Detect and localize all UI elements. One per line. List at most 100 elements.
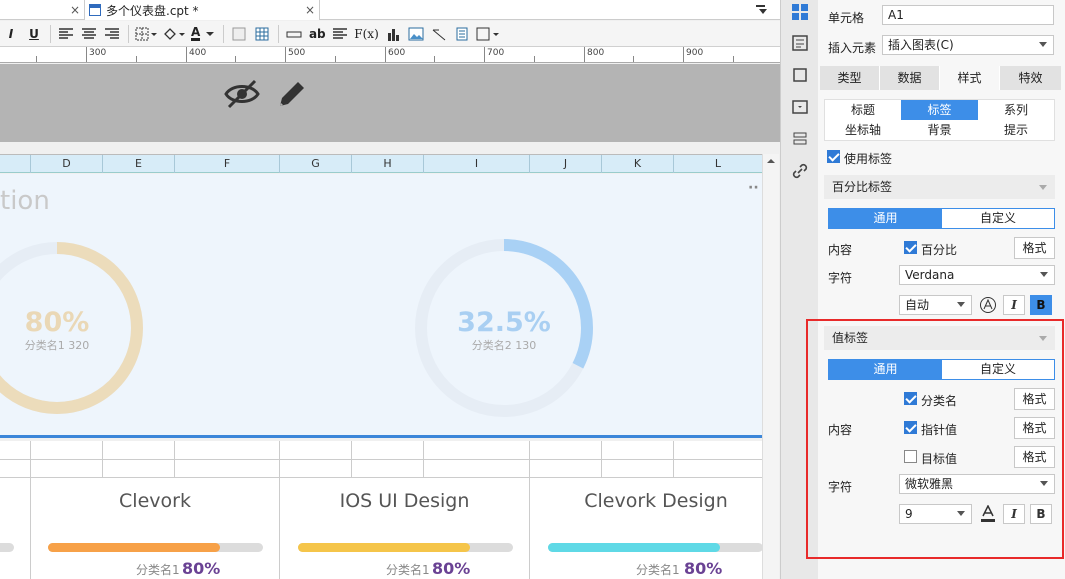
merge-icon[interactable] [285, 24, 303, 44]
insert-label: 插入元素 [828, 41, 877, 55]
column-header[interactable]: H [352, 155, 424, 173]
percent-label-section[interactable]: 百分比标签 [824, 175, 1055, 199]
card-category: 分类名1 [386, 563, 430, 577]
toolbar-divider [50, 24, 51, 43]
progress-fill [298, 543, 470, 552]
font-family-select[interactable]: Verdana [899, 265, 1055, 285]
subtab-series[interactable]: 系列 [978, 100, 1054, 120]
percent-checkbox[interactable] [904, 241, 917, 254]
bar-chart-icon[interactable] [384, 24, 402, 44]
column-header[interactable] [0, 155, 31, 173]
tab-style[interactable]: 样式 [940, 66, 1000, 90]
gauge-value: 32.5% [457, 307, 551, 338]
column-header[interactable]: D [31, 155, 103, 173]
percent-mode-toggle: 通用 自定义 [828, 208, 1055, 229]
subtab-background[interactable]: 背景 [901, 120, 978, 140]
align-left-icon[interactable] [57, 24, 75, 44]
link-icon[interactable] [791, 162, 809, 180]
close-icon[interactable]: × [305, 3, 315, 17]
gauge-chart[interactable]: tion ·· 80% 分类名1 320 32.5% 分类名2 130 [0, 174, 762, 438]
ruler-tick: 700 [487, 48, 505, 58]
formula-button[interactable]: F(x) [354, 24, 378, 44]
tab-document[interactable]: 多个仪表盘.cpt * × [84, 0, 320, 20]
close-icon[interactable]: × [70, 3, 80, 17]
subtab-tooltip[interactable]: 提示 [978, 120, 1054, 140]
toolbar-divider [223, 24, 225, 43]
column-header[interactable]: K [602, 155, 674, 173]
slash-icon[interactable] [430, 24, 448, 44]
card-percent: 80% [432, 559, 471, 578]
italic-toggle[interactable]: I [1003, 295, 1025, 315]
fill-color-icon[interactable] [162, 24, 186, 44]
font-size-select[interactable]: 自动 [899, 295, 972, 315]
column-header[interactable]: F [175, 155, 280, 173]
align-center-icon[interactable] [80, 24, 98, 44]
card-category: 分类名1 [136, 563, 180, 577]
subreport-icon[interactable] [453, 24, 471, 44]
column-header[interactable]: L [674, 155, 762, 173]
use-label-checkbox[interactable] [827, 150, 840, 163]
cell-properties-icon[interactable] [791, 3, 809, 21]
layer-properties-icon[interactable] [791, 130, 809, 148]
progress-track-partial [0, 543, 14, 552]
cell-input[interactable]: A1 [882, 5, 1054, 25]
scroll-up-icon [767, 159, 775, 163]
widget-properties-icon[interactable] [791, 34, 809, 52]
grid-table-icon[interactable] [253, 24, 271, 44]
border-icon[interactable] [135, 24, 157, 44]
text-ab-button[interactable]: ab [308, 24, 326, 44]
card-percent: 80% [684, 559, 723, 578]
main-tabs: 类型 数据 样式 特效 [820, 66, 1061, 90]
bold-toggle[interactable]: B [1030, 295, 1052, 315]
align-right-icon[interactable] [103, 24, 121, 44]
image-icon[interactable] [407, 24, 425, 44]
content-label: 内容 [828, 243, 853, 257]
column-header[interactable]: I [424, 155, 530, 173]
ruler-tick: 900 [686, 48, 704, 58]
gauge-sublabel: 分类名2 130 [471, 339, 537, 352]
mode-custom[interactable]: 自定义 [942, 209, 1054, 228]
vertical-scrollbar[interactable] [762, 154, 779, 579]
format-button[interactable]: 格式 [1014, 237, 1055, 259]
widget-header-area [0, 64, 780, 142]
toolbar-divider [278, 24, 280, 43]
mode-general[interactable]: 通用 [829, 209, 942, 228]
card-category: 分类名1 [636, 563, 680, 577]
paragraph-icon[interactable] [331, 24, 349, 44]
subtab-axis[interactable]: 坐标轴 [825, 120, 901, 140]
column-header[interactable]: G [280, 155, 352, 173]
insert-element-select[interactable]: 插入图表(C) [882, 35, 1054, 55]
canvas-gap [0, 142, 780, 154]
progress-fill [548, 543, 720, 552]
ruler-tick: 300 [89, 48, 107, 58]
tab-data[interactable]: 数据 [880, 66, 940, 90]
card-title: IOS UI Design [339, 490, 470, 512]
cell-label: 单元格 [828, 11, 865, 25]
font-outline-icon[interactable] [977, 295, 999, 315]
frame-properties-icon[interactable] [791, 66, 809, 84]
card-title: Clevork Design [584, 490, 728, 512]
edit-pencil-icon[interactable] [276, 78, 308, 110]
column-header[interactable]: J [530, 155, 602, 173]
percent-check-text: 百分比 [921, 243, 958, 257]
dropdown-properties-icon[interactable] [791, 98, 809, 116]
tab-menu-icon[interactable] [754, 2, 768, 16]
italic-button[interactable]: I [2, 24, 20, 44]
font-color-icon[interactable]: A [191, 24, 216, 44]
tab-close-button[interactable]: × [62, 0, 80, 20]
text-style-icon[interactable] [230, 24, 248, 44]
horizontal-ruler: 300 400 500 600 700 800 900 [0, 47, 780, 63]
frame-icon[interactable] [476, 24, 500, 44]
underline-button[interactable]: U [25, 24, 43, 44]
column-header-row: D E F G H I J K L [0, 154, 762, 173]
tab-title: 多个仪表盘.cpt * [106, 3, 199, 18]
tab-type[interactable]: 类型 [820, 66, 880, 90]
subtab-label[interactable]: 标签 [901, 100, 978, 120]
tab-effect[interactable]: 特效 [1000, 66, 1061, 90]
column-header[interactable]: E [103, 155, 175, 173]
ruler-tick: 400 [189, 48, 207, 58]
gauge-value: 80% [24, 307, 90, 338]
subtab-title[interactable]: 标题 [825, 100, 901, 120]
gauge-sublabel: 分类名1 320 [24, 339, 90, 352]
hide-eye-icon[interactable] [224, 78, 260, 110]
